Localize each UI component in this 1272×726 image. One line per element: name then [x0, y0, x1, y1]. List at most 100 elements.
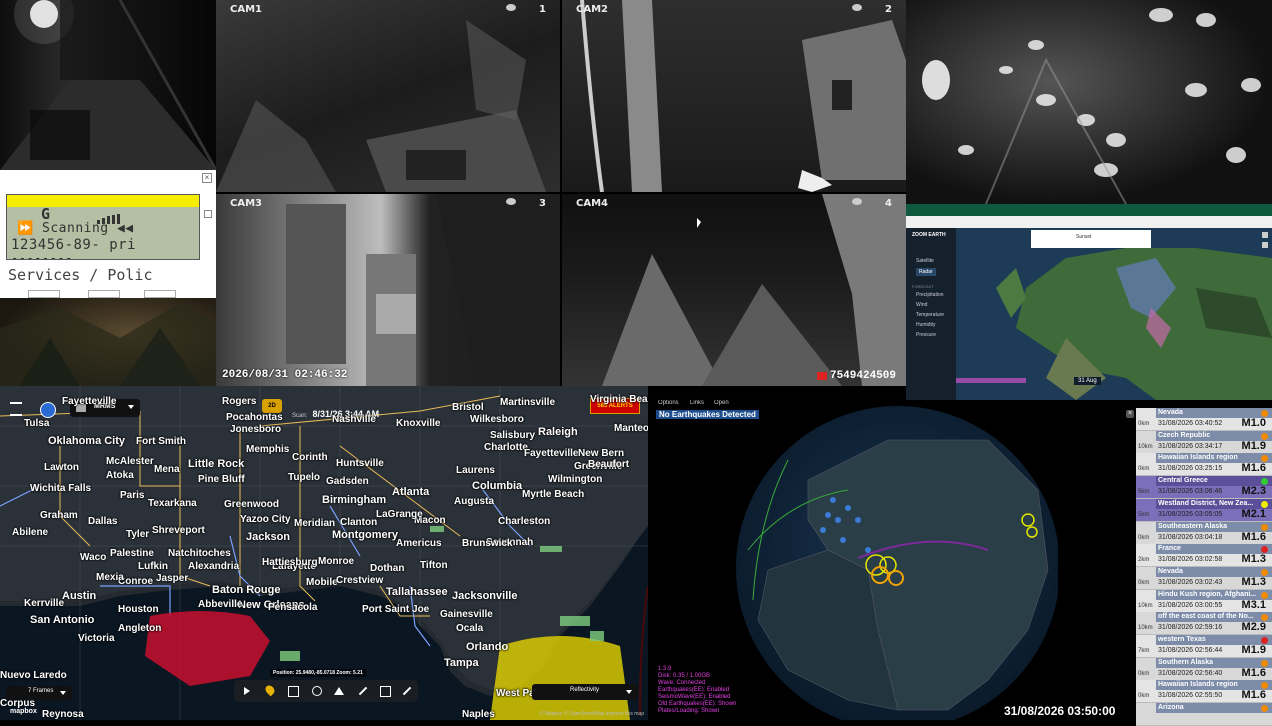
city-label: Martinsville	[500, 397, 556, 408]
city-label: Jacksonville	[452, 590, 518, 602]
cam4-feed[interactable]: CAM4 4 7549424509	[562, 194, 906, 386]
city-label: Beaufort	[588, 459, 630, 470]
eq-magnitude: M1.6	[1241, 689, 1266, 702]
earthquake-list-item[interactable]: Hawaiian Islands region 31/08/2026 02:55:…	[1136, 680, 1272, 704]
cam4-recording-icon	[852, 198, 862, 205]
city-label: Laurens	[456, 465, 495, 476]
power-button[interactable]	[40, 402, 56, 418]
eq-distance: 10km	[1138, 625, 1153, 632]
menu-open[interactable]: Open	[714, 400, 729, 406]
city-label: Graham	[40, 510, 78, 521]
earthquake-list-item[interactable]: Nevada 31/08/2026 03:40:52 M1.0 0km	[1136, 408, 1272, 431]
earthquake-list-item[interactable]: Hindu Kush region, Afghani... 31/08/2026 …	[1136, 589, 1272, 613]
city-label: Greenwood	[224, 499, 280, 510]
scanner-display: G ⏩ Scanning ◀◀ 123456-89- pri --------	[6, 194, 200, 265]
map-zoom-in-icon[interactable]	[1262, 232, 1268, 238]
radio-scanner-widget: × G ⏩ Scanning ◀◀ 123456-89- pri -------…	[0, 170, 216, 298]
city-label: Reynosa	[42, 709, 84, 720]
layer-satellite[interactable]: Satellite	[916, 258, 934, 264]
eq-close-icon[interactable]: ×	[1126, 410, 1134, 418]
forecast-wind[interactable]: Wind	[916, 302, 927, 308]
earthquake-list-item[interactable]: Southeastern Alaska 31/08/2026 03:04:18 M1…	[1136, 521, 1272, 545]
earthquake-list-item[interactable]: Hawaiian Islands region 31/08/2026 03:25:…	[1136, 453, 1272, 477]
browser-address-bar[interactable]	[906, 216, 1272, 228]
map-zoom-out-icon[interactable]	[1262, 242, 1268, 248]
pencil-icon[interactable]	[358, 686, 368, 696]
cam2-feed[interactable]: CAM2 2	[562, 0, 906, 192]
eq-location: off the east coast of the No...	[1158, 613, 1254, 621]
earthquake-list-item[interactable]: Central Greece 31/08/2026 03:06:46 M2.3 5km	[1136, 476, 1272, 500]
city-label: Jonesboro	[230, 424, 282, 435]
europe-radar-map[interactable]	[956, 228, 1272, 400]
city-label: Meridian	[294, 518, 336, 529]
timeline-date[interactable]: 31 Aug	[1074, 377, 1101, 385]
eq-severity-icon	[1261, 410, 1268, 417]
earthquake-list-item[interactable]: France 31/08/2026 03:02:58 M1.3 2km	[1136, 544, 1272, 568]
scanner-button-3[interactable]	[144, 290, 176, 298]
cam3-label: CAM3	[230, 198, 262, 209]
earthquake-list: Nevada 31/08/2026 03:40:52 M1.0 0km Czech Re…	[1136, 408, 1272, 726]
circle-tool-icon[interactable]	[312, 686, 322, 696]
earthquake-list-item[interactable]: Westland District, New Zea... 31/08/2026 …	[1136, 498, 1272, 522]
eq-location: Central Greece	[1158, 477, 1208, 485]
map-attribution[interactable]: © Mapbox © OpenStreetMap Improve this ma…	[540, 711, 644, 717]
earthquake-list-item[interactable]: Czech Republic 31/08/2026 03:34:17 M1.9 10k…	[1136, 430, 1272, 454]
forecast-pressure[interactable]: Pressure	[916, 332, 936, 338]
menu-icon[interactable]	[10, 402, 22, 416]
eq-magnitude: M3.1	[1241, 598, 1266, 611]
scanner-button-1[interactable]	[28, 290, 60, 298]
earthquake-list-item[interactable]: Southern Alaska 31/08/2026 02:56:40 M1.6 0k…	[1136, 657, 1272, 681]
earthquake-list-item[interactable]: off the east coast of the No... 31/08/202…	[1136, 612, 1272, 636]
scanner-button-row	[28, 290, 188, 298]
scanner-line2: ⏩ Scanning ◀◀	[17, 221, 134, 236]
earthquake-list-item[interactable]: western Texas 31/08/2026 02:56:44 M1.9 7km	[1136, 635, 1272, 658]
city-label: Lufkin	[138, 561, 168, 572]
scanner-button-2[interactable]	[88, 290, 120, 298]
menu-options[interactable]: Options	[658, 400, 679, 406]
city-label: Pine Bluff	[198, 474, 245, 485]
layer-selector[interactable]: Reflectivity	[532, 684, 638, 700]
screenshot-icon[interactable]	[288, 686, 299, 697]
city-label: Americus	[396, 538, 442, 549]
eq-time: 31/08/2026 03:34:17	[1158, 442, 1223, 450]
play-icon[interactable]	[244, 687, 250, 695]
city-label: Brunswick	[462, 538, 513, 549]
book-icon[interactable]	[380, 686, 391, 697]
cam3-recording-icon	[506, 198, 516, 205]
eq-time: 31/08/2026 03:05:05	[1158, 510, 1223, 518]
frames-selector[interactable]: 7 Frames	[6, 686, 72, 700]
city-label: Memphis	[246, 444, 290, 455]
city-label: Crestview	[336, 575, 384, 586]
forecast-precip[interactable]: Precipitation	[916, 292, 944, 298]
eq-distance: 5km	[1138, 489, 1150, 496]
eq-location: Czech Republic	[1158, 431, 1211, 439]
city-label: LaGrange	[376, 509, 423, 520]
eq-location: Nevada	[1158, 567, 1183, 575]
counter-value: 7549424509	[829, 370, 896, 382]
nvr-camera-grid: CAM1 1 CAM2 2 CAM3 3 2026/08/31 02:46:32	[216, 0, 906, 386]
cam2-scene	[580, 0, 906, 192]
city-label: Baton Rouge	[212, 584, 281, 596]
menu-links[interactable]: Links	[690, 400, 704, 406]
earthquake-globe[interactable]	[728, 400, 1058, 720]
eq-time: 31/08/2026 02:56:44	[1158, 647, 1223, 654]
radar-map-pane[interactable]: MRMS 2D Scan: 8/31/26 3:44 AM 585 ALERTS…	[0, 386, 648, 720]
scanner-minimize-icon[interactable]	[204, 210, 212, 218]
earthquake-list-item[interactable]: Arizona	[1136, 703, 1272, 726]
layer-radar[interactable]: Radar	[916, 268, 936, 276]
edit-icon[interactable]	[402, 686, 412, 696]
map-pin-icon[interactable]	[263, 683, 277, 697]
cam3-feed[interactable]: CAM3 3 2026/08/31 02:46:32	[216, 194, 560, 386]
city-label: Wichita Falls	[30, 483, 92, 494]
forecast-temp[interactable]: Temperature	[916, 312, 944, 318]
scanner-close-icon[interactable]: ×	[202, 173, 212, 183]
view-2d-badge[interactable]: 2D	[262, 399, 282, 413]
eq-time: 31/08/2026 03:02:43	[1158, 578, 1223, 586]
cam1-feed[interactable]: CAM1 1	[216, 0, 560, 192]
forecast-heading: FORECAST	[912, 284, 934, 289]
earthquake-list-item[interactable]: Nevada 31/08/2026 03:02:43 M1.3 0km	[1136, 566, 1272, 590]
city-label: Columbia	[472, 480, 523, 492]
city-label: Dothan	[370, 563, 405, 574]
polygon-tool-icon[interactable]	[334, 687, 344, 695]
forecast-humidity[interactable]: Humidity	[916, 322, 935, 328]
